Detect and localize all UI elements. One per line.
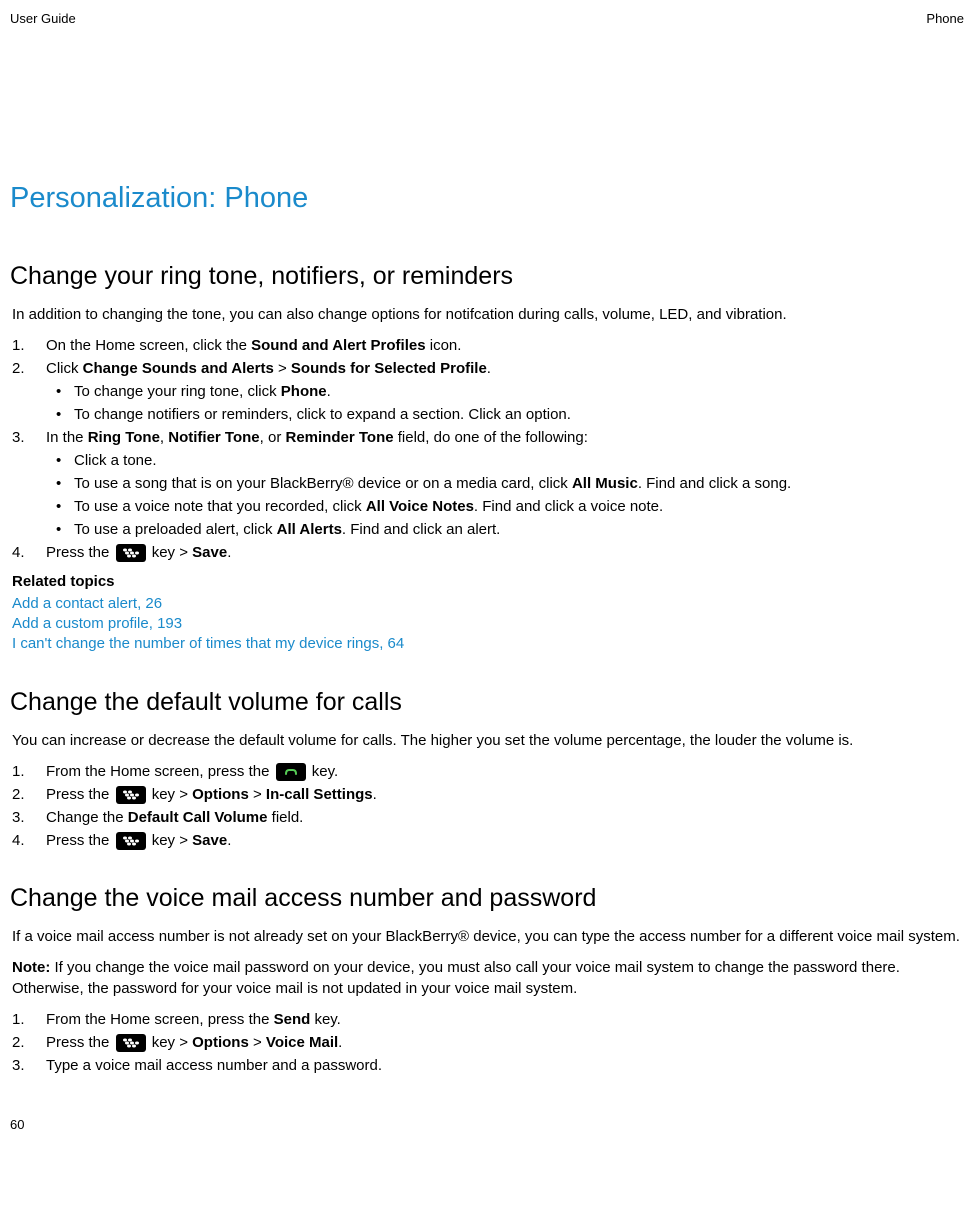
header-right: Phone	[926, 10, 964, 28]
related-link[interactable]: Add a contact alert, 26	[12, 594, 964, 614]
intro-text: In addition to changing the tone, you ca…	[12, 304, 964, 325]
sub-list: Click a tone. To use a song that is on y…	[46, 450, 964, 540]
section-title: Change your ring tone, notifiers, or rem…	[10, 259, 964, 294]
sub-item: To change notifiers or reminders, click …	[46, 404, 964, 425]
related-title: Related topics	[12, 571, 964, 592]
note-text: Note: If you change the voice mail passw…	[12, 957, 964, 999]
step-item: Press the key > Save.	[10, 830, 964, 851]
step-item: From the Home screen, press the Send key…	[10, 1009, 964, 1030]
sub-list: To change your ring tone, click Phone. T…	[46, 381, 964, 425]
step-list: From the Home screen, press the Send key…	[10, 1009, 964, 1076]
sub-item: Click a tone.	[46, 450, 964, 471]
step-item: Press the key > Options > Voice Mail.	[10, 1032, 964, 1053]
page-header: User Guide Phone	[10, 10, 964, 28]
intro-text: You can increase or decrease the default…	[12, 730, 964, 751]
body-text: If a voice mail access number is not alr…	[12, 926, 964, 947]
related-topics: Related topics Add a contact alert, 26 A…	[10, 571, 964, 655]
page-number: 60	[10, 1116, 964, 1134]
blackberry-key-icon	[116, 544, 146, 562]
step-item: Type a voice mail access number and a pa…	[10, 1055, 964, 1076]
section-title: Change the default volume for calls	[10, 685, 964, 720]
step-item: Change the Default Call Volume field.	[10, 807, 964, 828]
sub-item: To use a song that is on your BlackBerry…	[46, 473, 964, 494]
sub-item: To change your ring tone, click Phone.	[46, 381, 964, 402]
main-title: Personalization: Phone	[10, 178, 964, 219]
step-list: From the Home screen, press the key. Pre…	[10, 761, 964, 851]
step-item: In the Ring Tone, Notifier Tone, or Remi…	[10, 427, 964, 540]
section-title: Change the voice mail access number and …	[10, 881, 964, 916]
sub-item: To use a voice note that you recorded, c…	[46, 496, 964, 517]
header-left: User Guide	[10, 10, 76, 28]
step-item: Press the key > Options > In-call Settin…	[10, 784, 964, 805]
step-list: On the Home screen, click the Sound and …	[10, 335, 964, 563]
section-ringtone: Change your ring tone, notifiers, or rem…	[10, 259, 964, 655]
related-link[interactable]: Add a custom profile, 193	[12, 614, 964, 634]
step-item: Press the key > Save.	[10, 542, 964, 563]
blackberry-key-icon	[116, 1034, 146, 1052]
step-item: From the Home screen, press the key.	[10, 761, 964, 782]
related-link[interactable]: I can't change the number of times that …	[12, 634, 964, 654]
step-item: Click Change Sounds and Alerts > Sounds …	[10, 358, 964, 425]
step-item: On the Home screen, click the Sound and …	[10, 335, 964, 356]
section-volume: Change the default volume for calls You …	[10, 685, 964, 851]
sub-item: To use a preloaded alert, click All Aler…	[46, 519, 964, 540]
blackberry-key-icon	[116, 832, 146, 850]
blackberry-key-icon	[116, 786, 146, 804]
send-key-icon	[276, 763, 306, 781]
section-voicemail: Change the voice mail access number and …	[10, 881, 964, 1076]
